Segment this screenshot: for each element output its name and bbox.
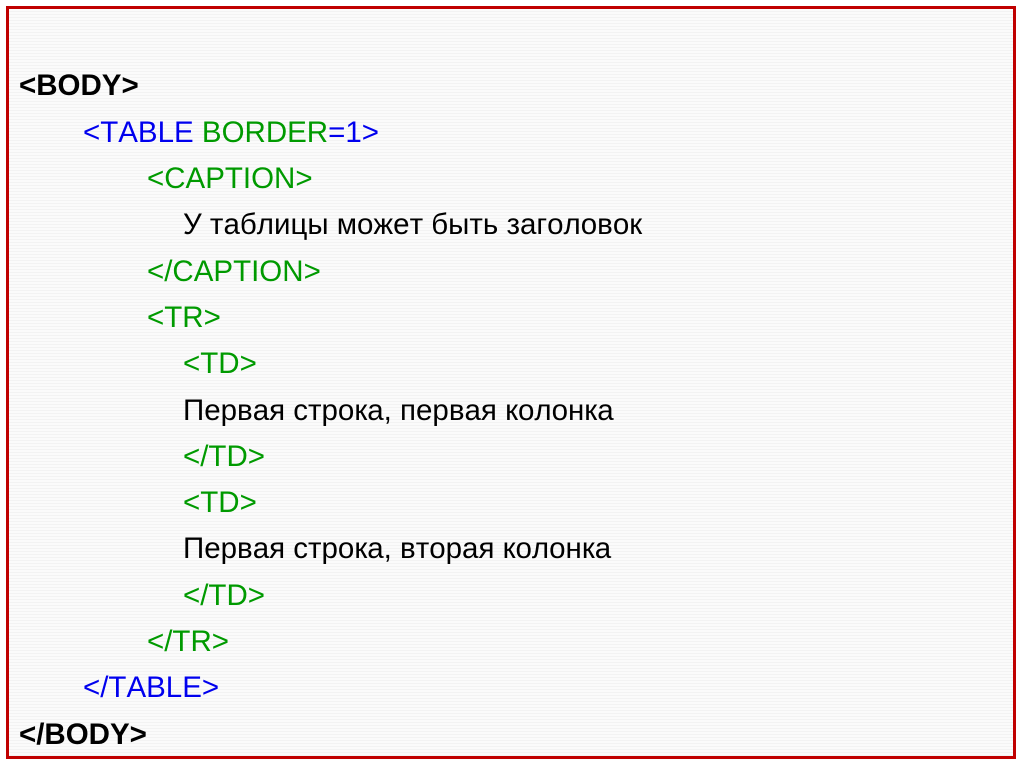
table-close-lt: <	[83, 671, 100, 704]
code-frame: <BODY> <TABLE BORDER=1> <CAPTION> У табл…	[6, 6, 1016, 759]
tr-open-tag: TR	[164, 301, 203, 334]
td2-close-lt: <	[183, 579, 200, 612]
table-open-tag: TABLE	[100, 116, 193, 149]
caption-close-tag: /CAPTION	[164, 255, 303, 288]
tr-open-lt: <	[147, 301, 164, 334]
body-close-gt: >	[130, 718, 147, 751]
table-eq1-gt: =1>	[328, 116, 379, 149]
td1-close-lt: <	[183, 440, 200, 473]
body-open-gt: >	[121, 69, 138, 102]
tr-close-gt: >	[212, 625, 229, 658]
td1-open-tag: TD	[200, 347, 239, 380]
tr-close-tag: /TR	[164, 625, 212, 658]
td1-close-tag: /TD	[200, 440, 248, 473]
table-open-lt: <	[83, 116, 100, 149]
caption-open-gt: >	[295, 162, 312, 195]
td2-text: Первая строка, вторая колонка	[183, 532, 611, 565]
caption-text: У таблицы может быть заголовок	[183, 208, 642, 241]
td1-open-gt: >	[240, 347, 257, 380]
body-close-tag: /BODY	[36, 718, 129, 751]
td1-open-lt: <	[183, 347, 200, 380]
body-open-tag: BODY	[36, 69, 121, 102]
caption-close-lt: <	[147, 255, 164, 288]
table-close-gt: >	[202, 671, 219, 704]
td1-text: Первая строка, первая колонка	[183, 394, 614, 427]
caption-open-tag: CAPTION	[164, 162, 295, 195]
td2-close-tag: /TD	[200, 579, 248, 612]
td1-close-gt: >	[248, 440, 265, 473]
caption-open-lt: <	[147, 162, 164, 195]
td2-open-lt: <	[183, 486, 200, 519]
td2-close-gt: >	[248, 579, 265, 612]
td2-open-tag: TD	[200, 486, 239, 519]
td2-open-gt: >	[240, 486, 257, 519]
caption-close-gt: >	[304, 255, 321, 288]
tr-close-lt: <	[147, 625, 164, 658]
table-border-attr: BORDER	[194, 116, 328, 149]
body-open-lt: <	[19, 69, 36, 102]
body-close-lt: <	[19, 718, 36, 751]
tr-open-gt: >	[204, 301, 221, 334]
table-close-tag: /TABLE	[100, 671, 202, 704]
code-block: <BODY> <TABLE BORDER=1> <CAPTION> У табл…	[19, 17, 1013, 758]
